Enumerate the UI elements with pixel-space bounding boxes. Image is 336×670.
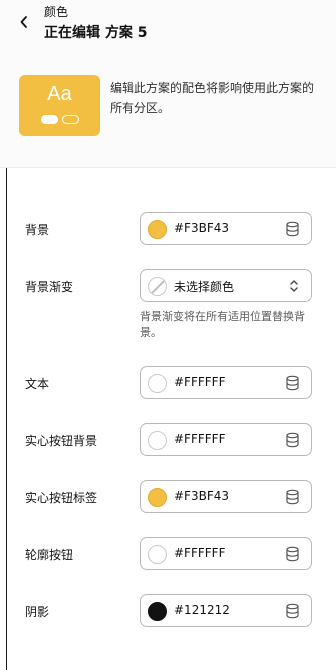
color-swatch xyxy=(148,602,167,621)
color-swatch xyxy=(148,220,167,239)
field-label-solid-button-background: 实心按钮背景 xyxy=(25,434,98,448)
chevron-left-icon xyxy=(20,16,27,28)
color-picker-shadow[interactable]: #121212 xyxy=(140,594,312,627)
page-title: 正在编辑 方案 5 xyxy=(44,25,148,41)
database-icon[interactable] xyxy=(285,603,300,619)
color-value: #121212 xyxy=(174,603,230,617)
field-label-background: 背景 xyxy=(25,223,50,237)
color-picker-outline-button[interactable]: #FFFFFF xyxy=(140,537,312,570)
preview-solid-button xyxy=(41,115,58,124)
color-picker-solid-button-label[interactable]: #F3BF43 xyxy=(140,480,312,513)
breadcrumb: 颜色 xyxy=(44,5,69,19)
color-swatch xyxy=(148,488,167,507)
empty-swatch xyxy=(148,277,167,296)
color-swatch xyxy=(148,431,167,450)
database-icon[interactable] xyxy=(285,489,300,505)
color-value: #F3BF43 xyxy=(174,221,229,235)
database-icon[interactable] xyxy=(285,546,300,562)
database-icon[interactable] xyxy=(285,432,300,448)
color-picker-solid-button-background[interactable]: #FFFFFF xyxy=(140,423,312,456)
panel-divider xyxy=(6,168,7,670)
color-swatch xyxy=(148,545,167,564)
back-button[interactable] xyxy=(14,12,34,32)
field-label-background-gradient: 背景渐变 xyxy=(25,280,74,294)
header-panel: 颜色 正在编辑 方案 5 Aa 编辑此方案的配色将影响使用此方案的所有分区。 xyxy=(0,0,336,168)
preview-outline-button xyxy=(62,115,79,124)
scheme-preview: Aa xyxy=(19,75,100,136)
color-value: #FFFFFF xyxy=(174,375,226,389)
color-value: #FFFFFF xyxy=(174,546,226,560)
field-label-outline-button: 轮廓按钮 xyxy=(25,548,74,562)
color-swatch xyxy=(148,374,167,393)
field-label-solid-button-label: 实心按钮标签 xyxy=(25,491,98,505)
preview-sample-text: Aa xyxy=(47,83,72,105)
database-icon[interactable] xyxy=(285,221,300,237)
gradient-value: 未选择颜色 xyxy=(174,280,235,294)
database-icon[interactable] xyxy=(285,375,300,391)
field-label-text: 文本 xyxy=(25,377,50,391)
gradient-picker[interactable]: 未选择颜色 xyxy=(140,269,312,302)
field-label-shadow: 阴影 xyxy=(25,605,50,619)
color-value: #F3BF43 xyxy=(174,489,229,503)
gradient-help-text: 背景渐变将在所有适用位置替换背景。 xyxy=(140,310,305,339)
color-value: #FFFFFF xyxy=(174,432,226,446)
chevron-up-down-icon xyxy=(290,280,298,292)
scheme-description: 编辑此方案的配色将影响使用此方案的所有分区。 xyxy=(110,81,315,115)
color-picker-background[interactable]: #F3BF43 xyxy=(140,212,312,245)
color-picker-text[interactable]: #FFFFFF xyxy=(140,366,312,399)
